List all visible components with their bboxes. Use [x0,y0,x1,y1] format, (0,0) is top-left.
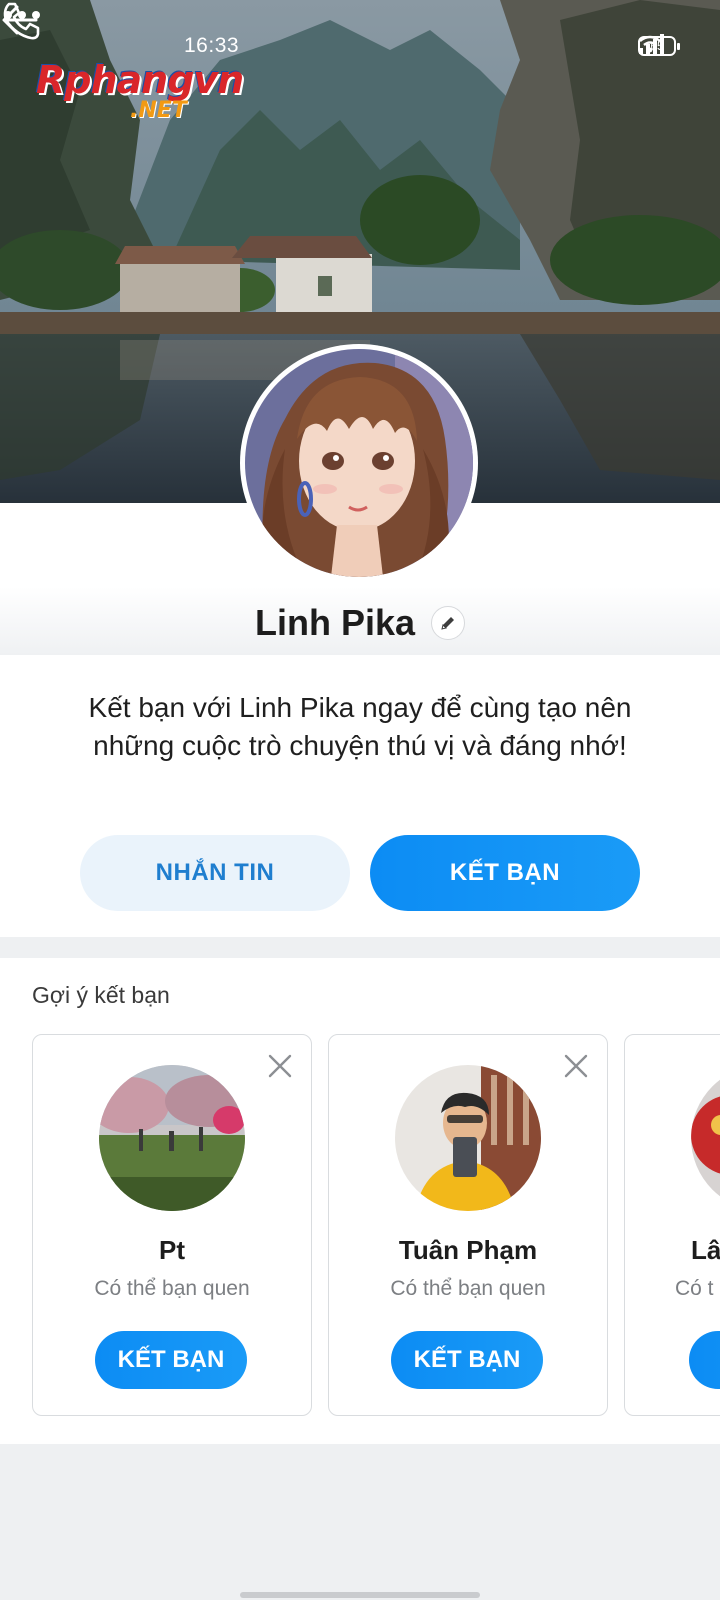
friend-invite-section: Kết bạn với Linh Pika ngay để cùng tạo n… [0,655,720,937]
suggestion-card[interactable]: Pt Có thể bạn quen KẾT BẠN [32,1034,312,1416]
close-icon[interactable] [265,1051,295,1081]
avatar[interactable] [99,1065,245,1211]
suggestion-subtitle: Có thể bạn quen [390,1277,546,1300]
suggestion-name: Pt [159,1235,185,1265]
watermark-logo: Rphangvn .NET [36,60,256,126]
friend-suggestions-section: Gợi ý kết bạn Pt Có thể bạn quen KẾT BẠN [0,958,720,1444]
profile-name-row: Linh Pika [0,598,720,648]
suggestion-name: Tuân Phạm [398,1235,538,1265]
invite-message: Kết bạn với Linh Pika ngay để cùng tạo n… [88,692,632,761]
avatar[interactable] [395,1065,541,1211]
add-friend-button[interactable]: KẾT BẠN [391,1331,543,1389]
message-button[interactable]: NHẮN TIN [80,835,350,911]
edit-name-button[interactable] [431,606,466,640]
close-icon[interactable] [561,1051,591,1081]
add-friend-button[interactable]: KẾT BẠN [95,1331,247,1389]
avatar-photo-park [99,1065,245,1211]
suggestion-card[interactable]: Tuân Phạm Có thể bạn quen KẾT BẠN [328,1034,608,1416]
suggestion-subtitle: Có t [675,1277,714,1300]
more-dots-icon[interactable] [0,0,44,30]
watermark-sub: .NET [130,98,187,123]
home-indicator[interactable] [240,1592,480,1598]
pencil-icon [441,617,455,630]
battery-icon: 65 [638,36,680,56]
suggestion-subtitle: Có thể bạn quen [94,1277,250,1300]
profile-avatar[interactable] [240,344,478,582]
add-friend-button[interactable]: KẾT BẠN [370,835,640,911]
profile-name: Linh Pika [254,602,416,643]
avatar[interactable] [691,1065,720,1211]
avatar-illustration [245,349,473,577]
status-icons: 65 [638,34,680,58]
watermark-main: Rphangvn [36,58,244,102]
avatar-photo-toy [691,1065,720,1211]
suggestions-title: Gợi ý kết bạn [32,982,170,1008]
avatar-photo-selfie [395,1065,541,1211]
suggestion-card[interactable]: Lâ Có t K [624,1034,720,1416]
suggestion-name: Lâ [691,1235,720,1265]
status-time: 16:33 [184,34,240,57]
add-friend-button[interactable]: K [689,1331,720,1389]
